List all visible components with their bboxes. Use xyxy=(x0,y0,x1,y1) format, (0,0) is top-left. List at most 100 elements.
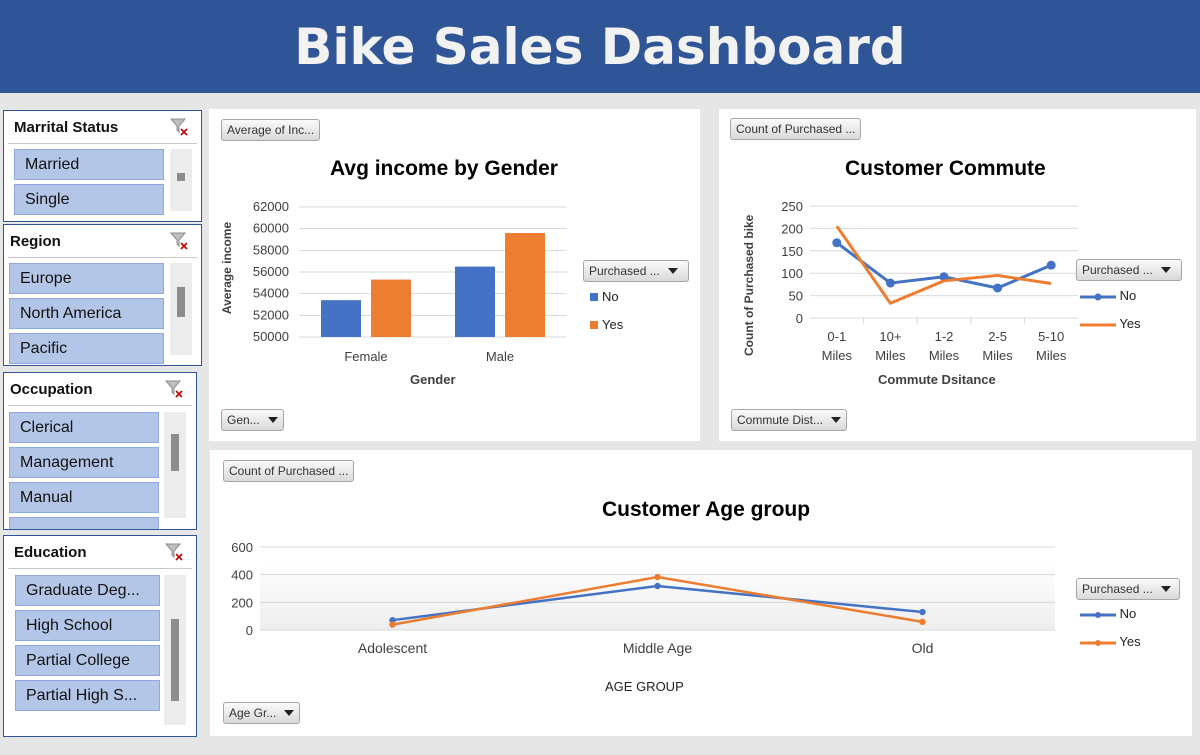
axis-field-label: Gen... xyxy=(227,413,260,427)
y-axis-title: Average income xyxy=(220,221,234,315)
plot-area xyxy=(260,560,1055,630)
x-tick-label: 5-10 xyxy=(1038,329,1064,344)
scrollbar-thumb[interactable] xyxy=(177,173,185,181)
slicer-scrollbar[interactable] xyxy=(170,263,192,355)
data-point-yes xyxy=(654,573,661,581)
slicer-region: Region Europe North America Pacific xyxy=(3,224,202,366)
bar-yes-male xyxy=(505,233,545,337)
legend-field-label: Purchased ... xyxy=(1082,582,1153,596)
slicer-title: Occupation xyxy=(10,381,93,398)
clear-filter-icon[interactable] xyxy=(164,379,184,399)
legend-item-no: No xyxy=(1080,606,1136,621)
value-field-button[interactable]: Average of Inc... xyxy=(221,119,321,141)
slicer-item-pacific[interactable]: Pacific xyxy=(9,333,164,364)
data-point-no xyxy=(832,238,842,248)
slicer-item-partial-college[interactable]: Partial College xyxy=(15,645,160,676)
legend-swatch-yes xyxy=(590,321,598,329)
scrollbar-thumb[interactable] xyxy=(171,619,179,701)
slicer-divider xyxy=(8,405,192,406)
slicer-item-married[interactable]: Married xyxy=(14,149,164,180)
clear-filter-icon[interactable] xyxy=(169,117,189,137)
bar-yes-female xyxy=(371,279,411,337)
y-tick-label: 0 xyxy=(796,311,803,326)
income-chart-panel: Average of Inc... Avg income by Gender A… xyxy=(209,109,700,441)
y-tick-label: 58000 xyxy=(253,242,289,257)
y-tick-label: 62000 xyxy=(253,199,289,214)
y-tick-label: 50 xyxy=(789,289,803,304)
y-tick-label: 250 xyxy=(781,199,803,214)
x-tick-label: Miles xyxy=(982,348,1013,363)
slicer-scrollbar[interactable] xyxy=(170,149,192,211)
scrollbar-thumb[interactable] xyxy=(177,287,185,317)
x-tick-label: Male xyxy=(486,349,514,364)
value-field-button[interactable]: Count of Purchased ... xyxy=(730,118,862,140)
x-tick-label: 10+ xyxy=(879,329,901,344)
slicer-title: Education xyxy=(14,544,87,561)
slicer-scrollbar[interactable] xyxy=(164,412,186,518)
slicer-item-high-school[interactable]: High School xyxy=(15,610,160,641)
legend-label: No xyxy=(1119,288,1137,303)
legend-field-label: Purchased ... xyxy=(589,264,660,278)
slicer-title: Region xyxy=(10,233,61,250)
clear-filter-icon[interactable] xyxy=(169,231,189,251)
legend-swatch-no xyxy=(1080,293,1116,301)
slicer-item-single[interactable]: Single xyxy=(14,184,164,215)
dropdown-arrow-icon xyxy=(267,417,278,423)
legend-field-button[interactable]: Purchased ... xyxy=(583,260,689,282)
slicer-education: Education Graduate Deg... High School Pa… xyxy=(3,535,197,737)
x-tick-label: Miles xyxy=(1036,348,1067,363)
axis-field-button[interactable]: Age Gr... xyxy=(223,702,301,724)
data-point-yes xyxy=(919,618,926,626)
slicer-item-management[interactable]: Management xyxy=(9,447,159,478)
slicer-item-north-america[interactable]: North America xyxy=(9,298,164,329)
x-tick-label: Miles xyxy=(875,348,906,363)
x-tick-label: Miles xyxy=(929,348,960,363)
slicer-divider xyxy=(8,568,192,569)
y-tick-label: 50000 xyxy=(253,329,289,344)
dropdown-arrow-icon xyxy=(1160,267,1171,273)
legend-label: No xyxy=(602,289,619,304)
series-line-yes xyxy=(835,225,1052,305)
value-field-button[interactable]: Count of Purchased ... xyxy=(223,460,355,482)
slicer-item-partial-high-school[interactable]: Partial High S... xyxy=(15,680,160,711)
commute-chart-panel: Count of Purchased ... Customer Commute … xyxy=(719,109,1196,441)
axis-field-button[interactable]: Gen... xyxy=(221,409,284,431)
y-tick-label: 400 xyxy=(231,568,253,583)
legend-label: Yes xyxy=(602,317,624,332)
legend-item-yes: Yes xyxy=(590,317,623,332)
clear-filter-icon[interactable] xyxy=(164,542,184,562)
slicer-item-graduate-degree[interactable]: Graduate Deg... xyxy=(15,575,160,606)
legend-field-button[interactable]: Purchased ... xyxy=(1076,578,1180,600)
slicer-item-partial[interactable] xyxy=(9,517,159,529)
x-tick-label: 2-5 xyxy=(988,329,1007,344)
legend-label: Yes xyxy=(1119,316,1141,331)
chart-title: Customer Commute xyxy=(845,157,1046,180)
scrollbar-thumb[interactable] xyxy=(171,434,179,471)
y-tick-label: 150 xyxy=(781,244,803,259)
slicer-item-clerical[interactable]: Clerical xyxy=(9,412,159,443)
legend-swatch-yes xyxy=(1080,639,1116,646)
slicer-item-manual[interactable]: Manual xyxy=(9,482,159,513)
slicer-title: Marrital Status xyxy=(14,119,119,136)
dropdown-arrow-icon xyxy=(831,417,842,423)
x-tick-label: Middle Age xyxy=(623,640,692,656)
x-tick-label: Old xyxy=(912,640,934,656)
legend-label: No xyxy=(1119,606,1137,621)
axis-field-label: Commute Dist... xyxy=(737,413,824,427)
income-bar-chart: 62000 60000 58000 56000 54000 52000 50000 Femal… xyxy=(253,199,567,364)
legend-field-button[interactable]: Purchased ... xyxy=(1076,259,1182,281)
y-tick-label: 100 xyxy=(781,266,803,281)
y-tick-label: 54000 xyxy=(253,286,289,301)
value-field-label: Count of Purchased ... xyxy=(736,122,856,136)
slicer-scrollbar[interactable] xyxy=(164,575,186,725)
slicer-item-europe[interactable]: Europe xyxy=(9,263,164,294)
x-tick-label: Adolescent xyxy=(358,640,427,656)
chart-title: Avg income by Gender xyxy=(330,157,558,180)
y-tick-label: 200 xyxy=(781,221,803,236)
legend-label: Yes xyxy=(1119,634,1141,649)
axis-field-button[interactable]: Commute Dist... xyxy=(731,409,848,431)
y-tick-label: 56000 xyxy=(253,264,289,279)
bar-no-male xyxy=(455,266,495,337)
legend-item-no: No xyxy=(1080,288,1136,303)
data-point-no xyxy=(993,283,1003,293)
